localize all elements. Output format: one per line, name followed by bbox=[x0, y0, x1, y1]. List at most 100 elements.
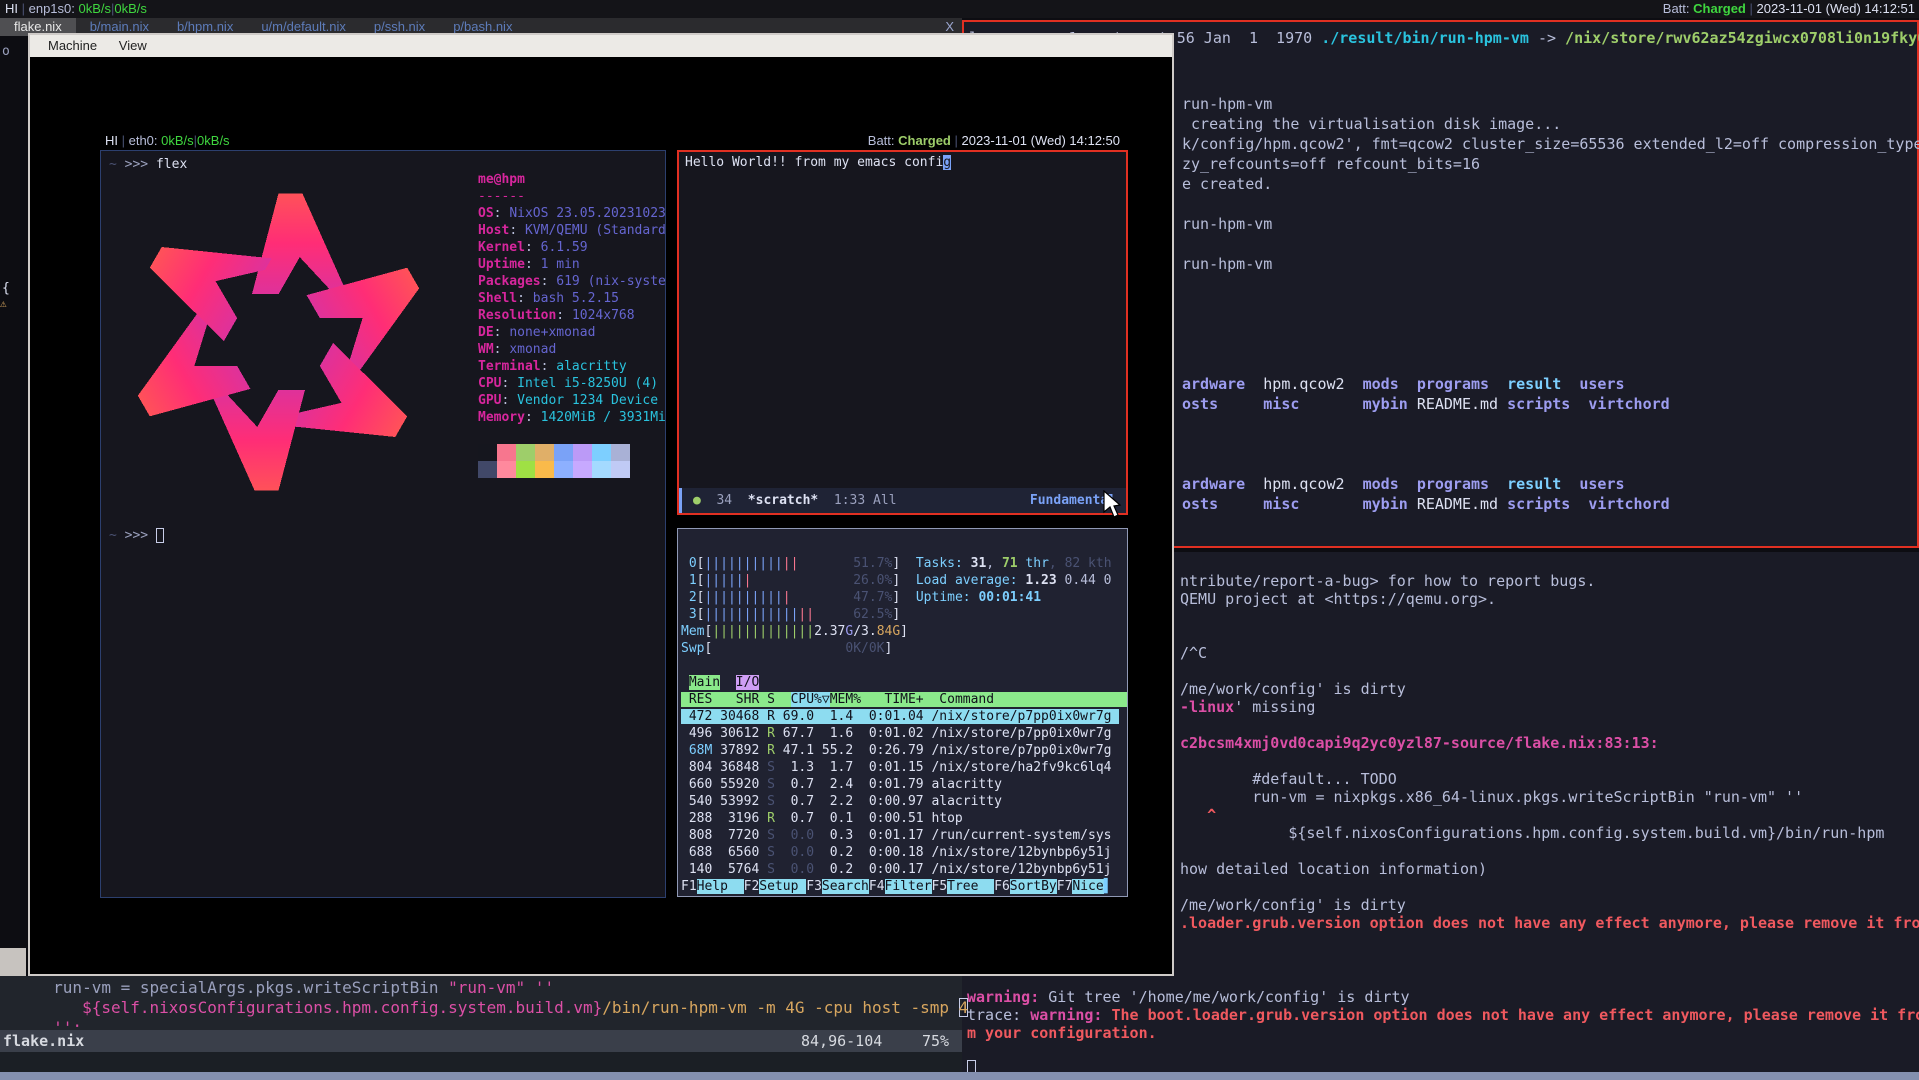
terminal-line: F1Help F2Setup F3SearchF4FilterF5Tree F6… bbox=[681, 878, 1127, 895]
terminal-line bbox=[1182, 434, 1919, 454]
terminal-line bbox=[967, 1042, 1919, 1060]
terminal-line: 68M 37892 R 47.1 55.2 0:26.79 /nix/store… bbox=[681, 742, 1127, 759]
palette-swatch bbox=[554, 461, 573, 478]
terminal-line: zy_refcounts=off refcount_bits=16 bbox=[1182, 154, 1919, 174]
battery-clock: Batt: Charged | 2023-11-01 (Wed) 14:12:5… bbox=[1663, 0, 1915, 18]
terminal-line: 140 5764 S 0.0 0.2 0:00.17 /nix/store/12… bbox=[681, 861, 1127, 878]
nixos-logo bbox=[106, 176, 451, 508]
menu-view[interactable]: View bbox=[119, 38, 147, 53]
terminal-line bbox=[1180, 662, 1919, 680]
terminal-line: /^C bbox=[1180, 644, 1919, 662]
terminal-line: QEMU project at <https://qemu.org>. bbox=[1180, 590, 1919, 608]
terminal-line: CPU: Intel i5-8250U (4) bbox=[478, 375, 665, 392]
terminal-line: trace: warning: The boot.loader.grub.ver… bbox=[967, 1006, 1919, 1024]
bottom-border bbox=[0, 1072, 1919, 1080]
terminal-line bbox=[1182, 414, 1919, 434]
emacs-flake-nix[interactable]: run-vm = specialArgs.pkgs.writeScriptBin… bbox=[0, 976, 962, 1080]
clipped-text: o bbox=[2, 44, 10, 59]
palette-swatch bbox=[535, 444, 554, 461]
palette-swatch bbox=[497, 461, 516, 478]
clipped-text: { bbox=[2, 281, 10, 296]
terminal-palette bbox=[478, 461, 630, 478]
scratch-buffer-text: Hello World!! from my emacs config bbox=[685, 155, 951, 171]
mouse-cursor bbox=[1103, 490, 1125, 520]
terminal-line bbox=[1180, 626, 1919, 644]
htop-output: 0[|||||||||||| 51.7%] Tasks: 31, 71 thr,… bbox=[681, 555, 1127, 895]
terminal-line: 1[|||||| 26.0%] Load average: 1.23 0.44 … bbox=[681, 572, 1127, 589]
terminal-output: ntribute/report-a-bug> for how to report… bbox=[1180, 572, 1919, 932]
terminal-line: me@hpm bbox=[478, 171, 665, 188]
palette-swatch bbox=[497, 444, 516, 461]
terminal-line: osts misc mybin README.md scripts virtch… bbox=[1182, 494, 1919, 514]
terminal-line: Shell: bash 5.2.15 bbox=[478, 290, 665, 307]
terminal-line: -linux' missing bbox=[1180, 698, 1919, 716]
terminal-line bbox=[1180, 608, 1919, 626]
terminal-line: ardware hpm.qcow2 mods programs result u… bbox=[1182, 474, 1919, 494]
status-bar: HI | enp1s0: 0kB/s|0kB/s Batt: Charged |… bbox=[0, 0, 1919, 18]
terminal-line: warning: Git tree '/home/me/work/config'… bbox=[967, 988, 1919, 1006]
terminal-line: 2[||||||||||| 47.7%] Uptime: 00:01:41 bbox=[681, 589, 1127, 606]
terminal-line: k/config/hpm.qcow2', fmt=qcow2 cluster_s… bbox=[1182, 134, 1919, 154]
shell-prompt: ~ >>> bbox=[109, 528, 164, 543]
palette-swatch bbox=[478, 461, 497, 478]
terminal-line: 688 6560 S 0.0 0.2 0:00.18 /nix/store/12… bbox=[681, 844, 1127, 861]
palette-swatch bbox=[478, 444, 497, 461]
terminal-line: run-vm = specialArgs.pkgs.writeScriptBin… bbox=[5, 978, 968, 998]
terminal-line: #default... TODO bbox=[1180, 770, 1919, 788]
terminal-line bbox=[1180, 752, 1919, 770]
terminal-line: run-hpm-vm bbox=[1182, 214, 1919, 234]
guest-emacs-pane[interactable]: Hello World!! from my emacs config ● 34 … bbox=[677, 150, 1128, 515]
terminal-line bbox=[1180, 878, 1919, 896]
terminal-line bbox=[1182, 334, 1919, 354]
terminal-line: Memory: 1420MiB / 3931Mi bbox=[478, 409, 665, 426]
qemu-window: Machine View HI | eth0: 0kB/s|0kB/s Batt… bbox=[28, 33, 1174, 976]
guest-htop-pane[interactable]: 0[|||||||||||| 51.7%] Tasks: 31, 71 thr,… bbox=[677, 528, 1128, 897]
scroll-percent: 75% bbox=[922, 1030, 949, 1052]
terminal-line: Terminal: alacritty bbox=[478, 358, 665, 375]
palette-swatch bbox=[611, 444, 630, 461]
vm-screen[interactable]: HI | eth0: 0kB/s|0kB/s Batt: Charged | 2… bbox=[30, 57, 1172, 974]
terminal-line: Main I/O bbox=[681, 674, 1127, 691]
emacs-modeline: flake.nix 84,96-104 75% bbox=[0, 1030, 962, 1052]
terminal-line bbox=[1182, 454, 1919, 474]
terminal-line: Kernel: 6.1.59 bbox=[478, 239, 665, 256]
terminal-output: run-hpm-vm creating the virtualisation d… bbox=[1182, 94, 1919, 514]
terminal-line: 496 30612 R 67.7 1.6 0:01.02 /nix/store/… bbox=[681, 725, 1127, 742]
terminal-line: Resolution: 1024x768 bbox=[478, 307, 665, 324]
palette-swatch bbox=[592, 461, 611, 478]
buffer-name: flake.nix bbox=[3, 1030, 84, 1052]
terminal-line bbox=[1182, 274, 1919, 294]
terminal-line: 808 7720 S 0.0 0.3 0:01.17 /run/current-… bbox=[681, 827, 1127, 844]
terminal-line: 660 55920 S 0.7 2.4 0:01.79 alacritty bbox=[681, 776, 1127, 793]
terminal-line: e created. bbox=[1182, 174, 1919, 194]
guest-network-status: HI | eth0: 0kB/s|0kB/s bbox=[105, 132, 230, 150]
terminal-line: ------ bbox=[478, 188, 665, 205]
terminal-line: 288 3196 R 0.7 0.1 0:00.51 htop bbox=[681, 810, 1127, 827]
scrollbar[interactable] bbox=[0, 948, 26, 976]
terminal-line: Mem[|||||||||||||2.37G/3.84G] bbox=[681, 623, 1127, 640]
terminal-line bbox=[1182, 294, 1919, 314]
terminal-line: ardware hpm.qcow2 mods programs result u… bbox=[1182, 374, 1919, 394]
terminal-output: warning: Git tree '/home/me/work/config'… bbox=[967, 988, 1919, 1078]
terminal-line: creating the virtualisation disk image..… bbox=[1182, 114, 1919, 134]
guest-terminal-pane[interactable]: ~ >>> flex bbox=[100, 150, 666, 898]
menu-machine[interactable]: Machine bbox=[48, 38, 97, 53]
terminal-line: Host: KVM/QEMU (Standard bbox=[478, 222, 665, 239]
terminal-line: RES SHR S CPU%▽MEM% TIME+ Command bbox=[681, 691, 1127, 708]
terminal-line: 0[|||||||||||| 51.7%] Tasks: 31, 71 thr,… bbox=[681, 555, 1127, 572]
palette-swatch bbox=[592, 444, 611, 461]
terminal-line: ntribute/report-a-bug> for how to report… bbox=[1180, 572, 1919, 590]
palette-swatch bbox=[573, 461, 592, 478]
qemu-menubar: Machine View bbox=[30, 35, 1172, 57]
terminal-line: how detailed location information) bbox=[1180, 860, 1919, 878]
shell-prompt: ~ >>> flex bbox=[109, 157, 187, 172]
guest-emacs-modeline: ● 34 *scratch* 1:33 All Fundamental bbox=[679, 488, 1126, 513]
palette-swatch bbox=[611, 461, 630, 478]
terminal-line bbox=[1180, 842, 1919, 860]
desktop: HI | enp1s0: 0kB/s|0kB/s Batt: Charged |… bbox=[0, 0, 1919, 1080]
terminal-line: DE: none+xmonad bbox=[478, 324, 665, 341]
terminal-line: .loader.grub.version option does not hav… bbox=[1180, 914, 1919, 932]
terminal-line: 804 36848 S 1.3 1.7 0:01.15 /nix/store/h… bbox=[681, 759, 1127, 776]
palette-swatch bbox=[535, 461, 554, 478]
terminal-line: osts misc mybin README.md scripts virtch… bbox=[1182, 394, 1919, 414]
